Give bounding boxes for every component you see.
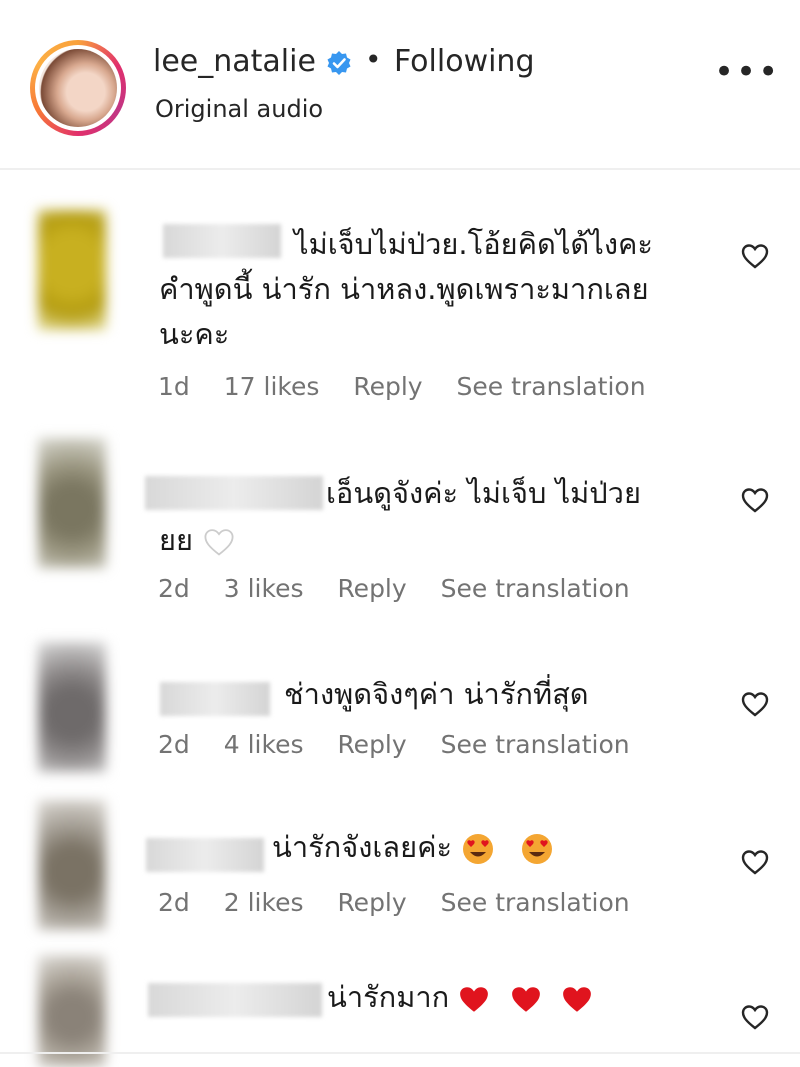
comment-time: 2d xyxy=(158,888,190,917)
comment-item: เอ็นดูจังค่ะ ไม่เจ็บ ไม่ป่วย ยย 2d 3 lik… xyxy=(0,438,800,638)
more-options-icon[interactable]: ••• xyxy=(714,55,778,92)
comment-text-line: ช่างพูดจิงๆค่า น่ารักที่สุด xyxy=(284,677,589,711)
separator-dot: • xyxy=(365,43,382,76)
reply-button[interactable]: Reply xyxy=(337,730,406,759)
comment-time: 2d xyxy=(158,574,190,603)
comment-text: ยย xyxy=(159,518,236,563)
comment-text: น่ารักจังเลยค่ะ xyxy=(272,825,554,870)
comment-time: 1d xyxy=(158,372,190,401)
like-heart-icon[interactable] xyxy=(740,1003,770,1031)
red-heart-icon xyxy=(460,987,489,1012)
comment-text: เอ็นดูจังค่ะ ไม่เจ็บ ไม่ป่วย xyxy=(326,471,641,516)
smiling-face-with-heart-eyes-icon xyxy=(522,834,553,864)
comment-text: คำพูดนี้ น่ารัก น่าหลง.พูดเพราะมากเลย xyxy=(159,267,649,312)
reply-button[interactable]: Reply xyxy=(337,574,406,603)
like-heart-icon[interactable] xyxy=(740,486,770,514)
following-button[interactable]: Following xyxy=(394,44,535,79)
see-translation-button[interactable]: See translation xyxy=(457,372,646,401)
comment-item: น่ารักจังเลยค่ะ 2d 2 likes Reply See tra… xyxy=(0,800,800,950)
see-translation-button[interactable]: See translation xyxy=(441,730,630,759)
comment-text: ช่างพูดจิงๆค่า น่ารักที่สุด xyxy=(284,672,589,717)
comment-text-line: เอ็นดูจังค่ะ ไม่เจ็บ ไม่ป่วย xyxy=(326,476,641,510)
commenter-username-blurred[interactable] xyxy=(145,476,323,510)
comments-list: ไม่เจ็บไม่ป่วย.โอ้ยคิดได้ไงคะ คำพูดนี้ น… xyxy=(0,170,800,1067)
like-heart-icon[interactable] xyxy=(740,242,770,270)
commenter-avatar[interactable] xyxy=(38,800,106,930)
comment-meta: 2d 3 likes Reply See translation xyxy=(158,574,656,603)
see-translation-button[interactable]: See translation xyxy=(441,574,630,603)
comment-text-line: น่ารักจังเลยค่ะ xyxy=(272,830,453,864)
red-heart-icon xyxy=(511,987,540,1012)
post-header: lee_natalie • Following Original audio •… xyxy=(0,0,800,170)
verified-badge-icon xyxy=(327,51,351,75)
white-heart-icon xyxy=(204,529,234,556)
avatar-inner xyxy=(35,45,121,131)
username-link[interactable]: lee_natalie xyxy=(153,44,316,79)
comment-text-line: ไม่เจ็บไม่ป่วย.โอ้ยคิดได้ไงคะ xyxy=(294,227,653,261)
like-heart-icon[interactable] xyxy=(740,848,770,876)
comment-text: น่ารักมาก xyxy=(327,975,593,1020)
comment-likes[interactable]: 17 likes xyxy=(224,372,320,401)
comment-item: ช่างพูดจิงๆค่า น่ารักที่สุด 2d 4 likes R… xyxy=(0,642,800,792)
divider xyxy=(0,1052,800,1054)
comment-text: นะคะ xyxy=(159,312,229,357)
commenter-username-blurred[interactable] xyxy=(160,682,270,716)
comment-meta: 2d 4 likes Reply See translation xyxy=(158,730,656,759)
commenter-avatar[interactable] xyxy=(38,642,106,772)
commenter-username-blurred[interactable] xyxy=(163,224,281,258)
commenter-avatar[interactable] xyxy=(38,438,106,568)
comment-text-line: นะคะ xyxy=(159,317,230,351)
red-heart-icon xyxy=(562,987,591,1012)
comment-text-line: คำพูดนี้ น่ารัก น่าหลง.พูดเพราะมากเลย xyxy=(159,272,649,306)
comment-item: น่ารักมาก xyxy=(0,955,800,1067)
comment-time: 2d xyxy=(158,730,190,759)
reply-button[interactable]: Reply xyxy=(337,888,406,917)
commenter-username-blurred[interactable] xyxy=(148,983,322,1017)
reply-button[interactable]: Reply xyxy=(353,372,422,401)
avatar-photo xyxy=(39,49,117,127)
comment-item: ไม่เจ็บไม่ป่วย.โอ้ยคิดได้ไงคะ คำพูดนี้ น… xyxy=(0,170,800,420)
comment-meta: 1d 17 likes Reply See translation xyxy=(158,372,672,401)
see-translation-button[interactable]: See translation xyxy=(441,888,630,917)
comment-likes[interactable]: 3 likes xyxy=(224,574,304,603)
original-audio-link[interactable]: Original audio xyxy=(155,95,323,123)
commenter-username-blurred[interactable] xyxy=(146,838,264,872)
commenter-avatar[interactable] xyxy=(38,210,106,330)
comment-text-line: ยย xyxy=(159,523,193,557)
comment-text: ไม่เจ็บไม่ป่วย.โอ้ยคิดได้ไงคะ xyxy=(294,222,653,267)
comment-likes[interactable]: 2 likes xyxy=(224,888,304,917)
like-heart-icon[interactable] xyxy=(740,690,770,718)
commenter-avatar[interactable] xyxy=(38,955,106,1067)
comment-meta: 2d 2 likes Reply See translation xyxy=(158,888,656,917)
comment-text-line: น่ารักมาก xyxy=(327,980,450,1014)
profile-avatar[interactable] xyxy=(30,40,126,136)
smiling-face-with-heart-eyes-icon xyxy=(463,834,494,864)
comment-likes[interactable]: 4 likes xyxy=(224,730,304,759)
